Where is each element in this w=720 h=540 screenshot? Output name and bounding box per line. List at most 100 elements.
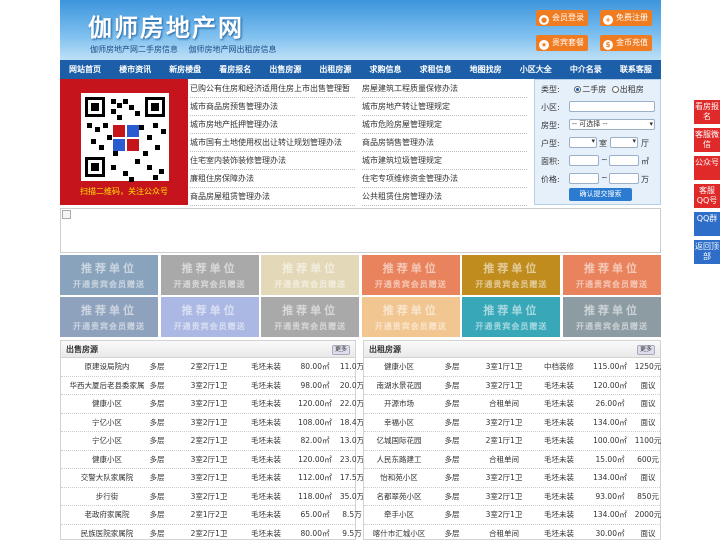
news-link[interactable]: 已购公有住房和经济适用住房上市出售管理暂	[190, 80, 355, 98]
nav-contact[interactable]: 联系客服	[611, 60, 661, 79]
price-min-input[interactable]	[569, 173, 599, 184]
listing-community[interactable]: 喀什市汇城小区	[364, 525, 434, 540]
room-select[interactable]: ▾	[569, 137, 597, 148]
sale-more-button[interactable]: 更多	[331, 345, 350, 355]
recommended-unit-tile[interactable]: 推荐单位 开通贵宾会员赠送	[160, 297, 259, 337]
vip-package-button[interactable]: ★ 贵宾套餐	[536, 35, 588, 51]
side-official-account[interactable]: 公众号	[694, 156, 720, 180]
news-link[interactable]: 城市房地产抵押管理办法	[190, 116, 355, 134]
radio-sale[interactable]: 二手房	[574, 85, 606, 94]
side-qq[interactable]: 客服QQ号	[694, 184, 720, 208]
nav-home[interactable]: 网站首页	[60, 60, 110, 79]
listing-row[interactable]: 宁亿小区 多层 3室2厅1卫 毛坯未装 108.00㎡ 18.4万	[61, 414, 364, 432]
listing-row[interactable]: 名都翠苑小区 多层 3室2厅1卫 毛坯未装 93.00㎡ 850元	[364, 488, 660, 506]
listing-price: 13.0万	[339, 436, 365, 445]
area-min-input[interactable]	[569, 155, 599, 166]
news-link[interactable]: 住宅室内装饰装修管理办法	[190, 152, 355, 170]
site-logo-title[interactable]: 伽师房地产网	[88, 8, 244, 43]
recommended-unit-tile[interactable]: 推荐单位 开通贵宾会员赠送	[60, 297, 158, 337]
news-link[interactable]: 城市建筑垃圾管理规定	[362, 152, 527, 170]
recommended-unit-tile[interactable]: 推荐单位 开通贵宾会员赠送	[160, 255, 259, 295]
coin-recharge-button[interactable]: $ 金币充值	[600, 35, 652, 51]
tile-subtitle: 开通贵宾会员赠送	[73, 322, 145, 331]
news-link[interactable]: 住宅专项维修资金管理办法	[362, 170, 527, 188]
listing-community[interactable]: 名都翠苑小区	[364, 488, 434, 506]
nav-news[interactable]: 楼市资讯	[110, 60, 160, 79]
news-link[interactable]: 商品房销售管理办法	[362, 134, 527, 152]
listing-row[interactable]: 开源市场 多层 合租单间 毛坯未装 26.00㎡ 面议	[364, 395, 660, 414]
rent-more-button[interactable]: 更多	[636, 345, 655, 355]
listing-community[interactable]: 怡和苑小区	[364, 469, 434, 487]
news-link[interactable]: 商品房屋租赁管理办法	[190, 188, 355, 206]
listing-community[interactable]: 人民东路建工	[364, 451, 434, 469]
side-viewing-signup[interactable]: 看房报名	[694, 100, 720, 124]
news-link[interactable]: 房屋建筑工程质量保修办法	[362, 80, 527, 98]
recommended-unit-tile[interactable]: 推荐单位 开通贵宾会员赠送	[261, 297, 360, 337]
listing-row[interactable]: 宁亿小区 多层 2室2厅1卫 毛坯未装 82.00㎡ 13.0万	[61, 432, 364, 451]
side-wechat[interactable]: 客服微信	[694, 128, 720, 152]
nav-map[interactable]: 地图找房	[461, 60, 511, 79]
side-back-to-top[interactable]: 返回顶部	[694, 240, 720, 264]
house-type-select[interactable]: -- 可选择 -- ▾	[569, 119, 655, 130]
side-qq-group[interactable]: QQ群	[694, 212, 720, 236]
ad-banner[interactable]	[60, 208, 661, 253]
sub-link-rent[interactable]: 伽师房地产网出租房信息	[189, 45, 277, 54]
listing-community[interactable]: 亿城国际花园	[364, 432, 434, 450]
recommended-unit-tile[interactable]: 推荐单位 开通贵宾会员赠送	[462, 297, 561, 337]
nav-wanted-buy[interactable]: 求购信息	[360, 60, 410, 79]
price-max-input[interactable]	[609, 173, 639, 184]
recommended-unit-tile[interactable]: 推荐单位 开通贵宾会员赠送	[563, 255, 661, 295]
listing-community[interactable]: 牵手小区	[364, 506, 434, 524]
listing-community[interactable]: 幸福小区	[364, 414, 434, 432]
nav-agencies[interactable]: 中介名录	[561, 60, 611, 79]
listing-row[interactable]: 健康小区 多层 3室2厅1卫 毛坯未装 120.00㎡ 23.0万	[61, 451, 364, 469]
listing-row[interactable]: 幸福小区 多层 3室2厅1卫 毛坯未装 134.00㎡ 面议	[364, 414, 660, 432]
recommended-unit-tile[interactable]: 推荐单位 开通贵宾会员赠送	[261, 255, 360, 295]
news-link[interactable]: 城市商品房预售管理办法	[190, 98, 355, 116]
listing-row[interactable]: 喀什市汇城小区 多层 合租单间 毛坯未装 30.00㎡ 面议	[364, 525, 660, 540]
listing-row[interactable]: 民族医院家属院 多层 2室2厅1卫 毛坯未装 80.00㎡ 9.5万	[61, 525, 362, 540]
nav-communities[interactable]: 小区大全	[511, 60, 561, 79]
listing-decoration: 毛坯未装	[544, 436, 574, 445]
listing-row[interactable]: 亿城国际花园 多层 2室1厅1卫 毛坯未装 100.00㎡ 1100元	[364, 432, 661, 451]
recommended-unit-tile[interactable]: 推荐单位 开通贵宾会员赠送	[563, 297, 661, 337]
listing-row[interactable]: 健康小区 多层 3室1厅1卫 中档装修 115.00㎡ 1250元	[364, 358, 661, 377]
nav-new-homes[interactable]: 新房楼盘	[160, 60, 210, 79]
listing-row[interactable]: 交警大队家属院 多层 3室2厅1卫 毛坯未装 112.00㎡ 17.5万	[61, 469, 364, 488]
listing-row[interactable]: 步行街 多层 3室2厅1卫 毛坯未装 118.00㎡ 35.0万	[61, 488, 364, 506]
recommended-unit-tile[interactable]: 推荐单位 开通贵宾会员赠送	[60, 255, 158, 295]
recommended-unit-tile[interactable]: 推荐单位 开通贵宾会员赠送	[361, 297, 460, 337]
listing-row[interactable]: 怡和苑小区 多层 3室2厅1卫 毛坯未装 134.00㎡ 面议	[364, 469, 660, 488]
radio-rent[interactable]: 出租房	[611, 85, 644, 94]
listing-row[interactable]: 牵手小区 多层 3室2厅1卫 毛坯未装 134.00㎡ 2000元	[364, 506, 661, 525]
nav-sale[interactable]: 出售房源	[260, 60, 310, 79]
news-link[interactable]: 城市国有土地使用权出让转让规划管理办法	[190, 134, 355, 152]
sub-link-sale[interactable]: 伽师房地产网二手房信息	[90, 45, 178, 54]
listing-row[interactable]: 南湖水景花园 多层 3室2厅1卫 毛坯未装 120.00㎡ 面议	[364, 377, 660, 395]
recommended-unit-tile[interactable]: 推荐单位 开通贵宾会员赠送	[462, 255, 561, 295]
area-max-input[interactable]	[609, 155, 639, 166]
qr-module	[161, 129, 166, 134]
listing-community[interactable]: 南湖水景花园	[364, 377, 434, 395]
news-link[interactable]: 公共租赁住房管理办法	[362, 188, 527, 206]
search-submit-button[interactable]: 确认提交搜索	[569, 188, 632, 201]
listing-community[interactable]: 健康小区	[364, 358, 434, 376]
listing-row[interactable]: 华西大厦后老县委家属 多层 3室2厅1卫 毛坯未装 98.00㎡ 20.0万	[61, 377, 364, 395]
nav-wanted-rent[interactable]: 求租信息	[411, 60, 461, 79]
recommended-unit-tile[interactable]: 推荐单位 开通贵宾会员赠送	[361, 255, 460, 295]
listing-row[interactable]: 人民东路建工 多层 合租单间 毛坯未装 15.00㎡ 600元	[364, 451, 660, 469]
listing-community[interactable]: 开源市场	[364, 395, 434, 413]
community-input[interactable]	[569, 101, 655, 112]
nav-rent[interactable]: 出租房源	[310, 60, 360, 79]
listing-row[interactable]: 老政府家属院 多层 2室1厅2卫 毛坯未装 65.00㎡ 8.5万	[61, 506, 362, 525]
nav-viewing-signup[interactable]: 看房报名	[210, 60, 260, 79]
listing-row[interactable]: 原建设局院内 多层 2室2厅1卫 毛坯未装 80.00㎡ 11.0万	[61, 358, 364, 377]
news-link[interactable]: 城市房地产转让管理规定	[362, 98, 527, 116]
hall-select[interactable]: ▾	[610, 137, 638, 148]
news-link[interactable]: 廉租住房保障办法	[190, 170, 355, 188]
listing-layout: 2室2厅1卫	[190, 528, 228, 538]
login-button[interactable]: ● 会员登录	[536, 10, 588, 26]
register-button[interactable]: + 免费注册	[600, 10, 652, 26]
listing-row[interactable]: 健康小区 多层 3室2厅1卫 毛坯未装 120.00㎡ 22.0万	[61, 395, 364, 414]
news-link[interactable]: 城市危险房屋管理规定	[362, 116, 527, 134]
